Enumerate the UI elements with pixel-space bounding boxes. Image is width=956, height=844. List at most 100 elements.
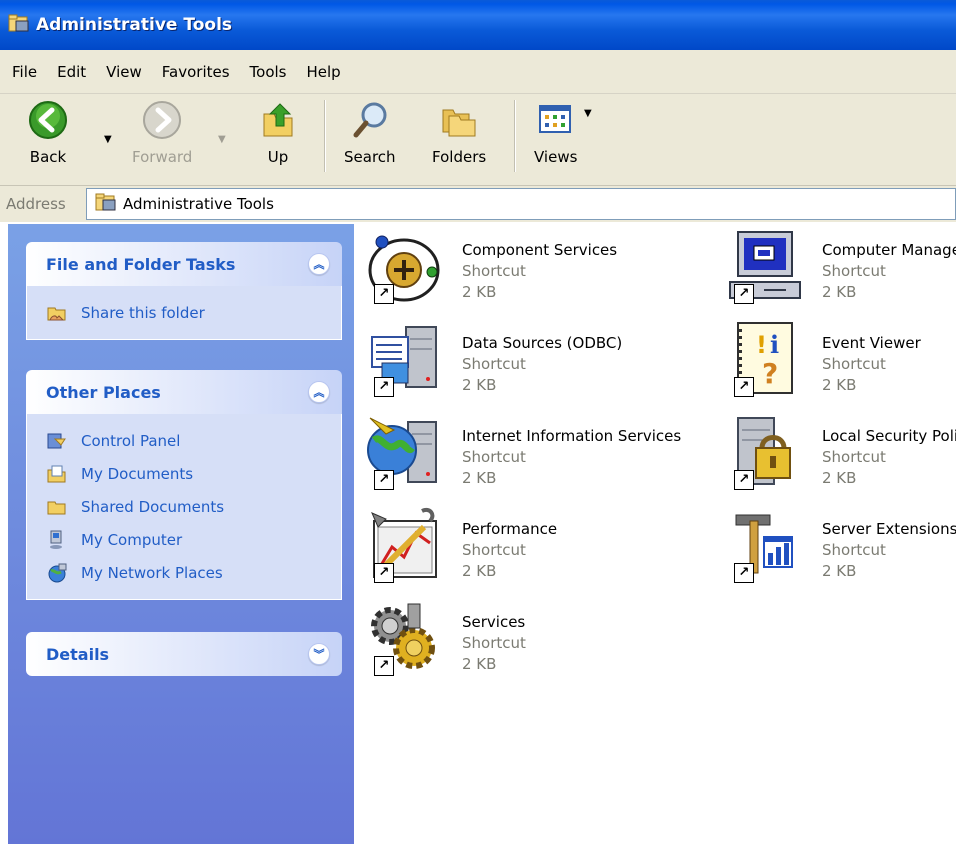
search-label: Search: [344, 148, 396, 166]
other-places-header[interactable]: Other Places ︽: [26, 370, 342, 414]
shared-documents-label: Shared Documents: [81, 497, 225, 516]
list-item[interactable]: ↗ Server Extensions Shortcut 2 KB: [724, 507, 956, 583]
list-item[interactable]: ↗ Internet Information Services Shortcut…: [364, 414, 681, 490]
item-type: Shortcut: [822, 448, 886, 466]
item-name: Data Sources (ODBC): [462, 334, 623, 352]
folder-tools-icon: [95, 192, 117, 216]
my-computer-label: My Computer: [81, 530, 183, 549]
back-label: Back: [29, 148, 67, 166]
shortcut-arrow-icon: ↗: [374, 377, 394, 397]
shortcut-arrow-icon: ↗: [734, 284, 754, 304]
item-size: 2 KB: [462, 283, 497, 301]
share-folder-icon: [47, 303, 67, 323]
forward-label: Forward: [132, 148, 193, 166]
list-item[interactable]: ↗ Services Shortcut 2 KB: [364, 600, 526, 676]
list-item[interactable]: ↗ Local Security Policy Shortcut 2 KB: [724, 414, 956, 490]
item-name: Component Services: [462, 241, 618, 259]
item-size: 2 KB: [822, 376, 857, 394]
item-name: Performance: [462, 520, 558, 538]
search-button[interactable]: Search: [344, 100, 396, 180]
title-bar[interactable]: Administrative Tools: [0, 0, 956, 50]
folders-button[interactable]: Folders: [432, 100, 486, 180]
other-places-panel: Other Places ︽ Control Panel My Document…: [26, 370, 342, 600]
file-folder-tasks-header[interactable]: File and Folder Tasks ︽: [26, 242, 342, 286]
menu-help[interactable]: Help: [297, 63, 351, 81]
item-name: Internet Information Services: [462, 427, 682, 445]
item-size: 2 KB: [822, 469, 857, 487]
control-panel-label: Control Panel: [81, 431, 181, 450]
collapse-up-icon[interactable]: ︽: [308, 381, 330, 403]
server-extensions-icon: ↗: [724, 507, 804, 583]
my-network-places-icon: [47, 563, 67, 583]
item-name: Local Security Policy: [822, 427, 956, 445]
file-folder-tasks-body: Share this folder: [26, 286, 342, 340]
up-folder-icon: [258, 100, 298, 144]
item-size: 2 KB: [462, 655, 497, 673]
file-folder-tasks-title: File and Folder Tasks: [46, 254, 236, 274]
expand-down-icon[interactable]: ︾: [308, 643, 330, 665]
list-item[interactable]: ↗ Computer Management Shortcut 2 KB: [724, 228, 956, 304]
views-dropdown-icon[interactable]: ▼: [584, 108, 592, 119]
forward-dropdown-icon[interactable]: ▼: [218, 134, 226, 145]
back-button[interactable]: Back: [28, 100, 68, 180]
computer-management-icon: ↗: [724, 228, 804, 304]
shared-documents-icon: [47, 497, 67, 517]
svg-text:i: i: [770, 330, 779, 359]
back-dropdown-icon[interactable]: ▼: [104, 134, 112, 145]
control-panel-icon: [47, 431, 67, 451]
views-button[interactable]: Views: [534, 100, 577, 180]
my-documents-link[interactable]: My Documents: [47, 457, 341, 490]
details-header[interactable]: Details ︾: [26, 632, 342, 676]
list-item[interactable]: ↗ Component Services Shortcut 2 KB: [364, 228, 617, 304]
menu-edit[interactable]: Edit: [47, 63, 96, 81]
item-name: Computer Management: [822, 241, 956, 259]
folders-label: Folders: [432, 148, 487, 166]
svg-text:?: ?: [762, 357, 778, 390]
details-panel: Details ︾: [26, 632, 342, 676]
item-name: Services: [462, 613, 526, 631]
file-folder-tasks-panel: File and Folder Tasks ︽ Share this folde…: [26, 242, 342, 340]
toolbar-separator: [514, 100, 516, 172]
item-type: Shortcut: [822, 262, 886, 280]
address-field[interactable]: Administrative Tools: [86, 188, 956, 220]
shortcut-arrow-icon: ↗: [374, 656, 394, 676]
component-services-icon: ↗: [364, 228, 444, 304]
item-type: Shortcut: [462, 541, 526, 559]
my-network-places-link[interactable]: My Network Places: [47, 556, 341, 589]
my-computer-icon: [47, 530, 67, 550]
views-icon: [536, 100, 576, 144]
collapse-up-icon[interactable]: ︽: [308, 253, 330, 275]
folders-icon: [439, 100, 479, 144]
shortcut-arrow-icon: ↗: [734, 377, 754, 397]
shared-documents-link[interactable]: Shared Documents: [47, 490, 341, 523]
my-documents-label: My Documents: [81, 464, 194, 483]
shortcut-arrow-icon: ↗: [374, 284, 394, 304]
search-icon: [350, 100, 390, 144]
my-network-places-label: My Network Places: [81, 563, 223, 582]
my-computer-link[interactable]: My Computer: [47, 523, 341, 556]
menu-file[interactable]: File: [0, 63, 47, 81]
my-documents-icon: [47, 464, 67, 484]
menu-favorites[interactable]: Favorites: [152, 63, 240, 81]
svg-text:!: !: [756, 331, 767, 359]
up-button[interactable]: Up: [258, 100, 298, 180]
item-name: Server Extensions: [822, 520, 956, 538]
list-item[interactable]: ! i ? ↗ Event Viewer Shortcut 2 KB: [724, 321, 921, 397]
menu-view[interactable]: View: [96, 63, 152, 81]
shortcut-arrow-icon: ↗: [734, 563, 754, 583]
other-places-body: Control Panel My Documents Shared Docume…: [26, 414, 342, 600]
shortcut-arrow-icon: ↗: [374, 563, 394, 583]
other-places-title: Other Places: [46, 382, 161, 402]
list-item[interactable]: ↗ Performance Shortcut 2 KB: [364, 507, 557, 583]
shortcut-arrow-icon: ↗: [374, 470, 394, 490]
item-size: 2 KB: [822, 283, 857, 301]
address-value: Administrative Tools: [123, 195, 274, 213]
share-folder-link[interactable]: Share this folder: [47, 296, 341, 329]
list-item[interactable]: ↗ Data Sources (ODBC) Shortcut 2 KB: [364, 321, 622, 397]
menu-tools[interactable]: Tools: [240, 63, 297, 81]
forward-button[interactable]: Forward: [132, 100, 192, 180]
folder-tools-icon: [8, 13, 30, 37]
control-panel-link[interactable]: Control Panel: [47, 424, 341, 457]
toolbar-separator: [324, 100, 326, 172]
task-pane: File and Folder Tasks ︽ Share this folde…: [8, 224, 354, 844]
